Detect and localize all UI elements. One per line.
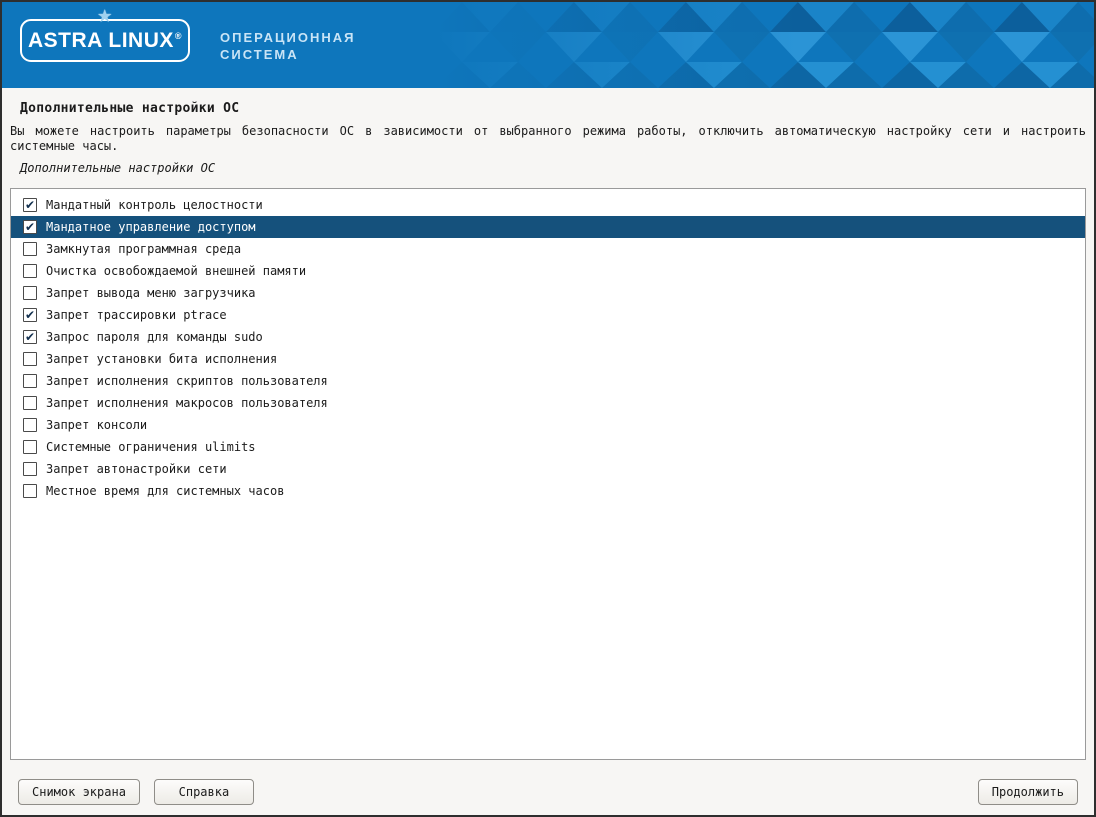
wordmark-line1: ОПЕРАЦИОННАЯ — [220, 29, 356, 46]
settings-list-item[interactable]: Запрет автонастройки сети — [11, 458, 1085, 480]
checkbox-icon[interactable] — [23, 242, 37, 256]
checkbox-icon[interactable] — [23, 418, 37, 432]
settings-item-label: Системные ограничения ulimits — [46, 440, 256, 454]
settings-list-item[interactable]: Системные ограничения ulimits — [11, 436, 1085, 458]
settings-item-label: Очистка освобождаемой внешней памяти — [46, 264, 306, 278]
checkbox-icon[interactable] — [23, 462, 37, 476]
os-wordmark: ОПЕРАЦИОННАЯ СИСТЕМА — [220, 29, 356, 63]
checkbox-icon[interactable] — [23, 352, 37, 366]
settings-list-item[interactable]: ✔ Запрет трассировки ptrace — [11, 304, 1085, 326]
settings-list-item[interactable]: Запрет вывода меню загрузчика — [11, 282, 1085, 304]
settings-item-label: Запрет исполнения скриптов пользователя — [46, 374, 328, 388]
settings-list-item[interactable]: Очистка освобождаемой внешней памяти — [11, 260, 1085, 282]
checkbox-icon[interactable] — [23, 396, 37, 410]
checkbox-icon[interactable]: ✔ — [23, 198, 37, 212]
checkbox-icon[interactable]: ✔ — [23, 330, 37, 344]
settings-item-label: Запрет исполнения макросов пользователя — [46, 396, 328, 410]
settings-list-item[interactable]: Местное время для системных часов — [11, 480, 1085, 502]
footer-bar: Снимок экрана Справка Продолжить — [10, 779, 1086, 805]
wordmark-line2: СИСТЕМА — [220, 46, 356, 63]
settings-item-label: Запрет установки бита исполнения — [46, 352, 277, 366]
checkbox-icon[interactable]: ✔ — [23, 220, 37, 234]
header-banner: ★ ASTRA LINUX® ОПЕРАЦИОННАЯ СИСТЕМА — [2, 2, 1094, 88]
settings-item-label: Местное время для системных часов — [46, 484, 284, 498]
settings-list-item[interactable]: Запрет консоли — [11, 414, 1085, 436]
checkbox-icon[interactable] — [23, 374, 37, 388]
registered-mark: ® — [175, 31, 182, 41]
settings-listbox[interactable]: ✔ Мандатный контроль целостности ✔ Манда… — [10, 188, 1086, 760]
page-subtitle: Дополнительные настройки ОС — [20, 161, 1086, 175]
logo-text: ASTRA LINUX — [28, 29, 174, 53]
settings-list-item[interactable]: Запрет исполнения скриптов пользователя — [11, 370, 1085, 392]
settings-list-item[interactable]: Запрет установки бита исполнения — [11, 348, 1085, 370]
page-title: Дополнительные настройки ОС — [20, 101, 1084, 116]
help-button[interactable]: Справка — [154, 779, 254, 805]
settings-item-label: Запрет трассировки ptrace — [46, 308, 227, 322]
settings-item-label: Запрет консоли — [46, 418, 147, 432]
settings-item-label: Мандатное управление доступом — [46, 220, 256, 234]
header-geometric-pattern — [434, 2, 1094, 88]
settings-item-label: Мандатный контроль целостности — [46, 198, 263, 212]
checkbox-icon[interactable] — [23, 440, 37, 454]
checkbox-icon[interactable] — [23, 286, 37, 300]
continue-button[interactable]: Продолжить — [978, 779, 1078, 805]
checkbox-icon[interactable] — [23, 484, 37, 498]
settings-item-label: Замкнутая программная среда — [46, 242, 241, 256]
astra-linux-logo: ★ ASTRA LINUX® — [20, 19, 190, 62]
settings-item-label: Запрет вывода меню загрузчика — [46, 286, 256, 300]
page-description: Вы можете настроить параметры безопаснос… — [10, 124, 1086, 154]
settings-item-label: Запрос пароля для команды sudo — [46, 330, 263, 344]
checkbox-icon[interactable]: ✔ — [23, 308, 37, 322]
main-content: Дополнительные настройки ОС Вы можете на… — [2, 101, 1094, 805]
checkbox-icon[interactable] — [23, 264, 37, 278]
settings-list-item[interactable]: Замкнутая программная среда — [11, 238, 1085, 260]
pattern-fade-overlay — [434, 2, 1094, 88]
settings-list-item[interactable]: ✔ Запрос пароля для команды sudo — [11, 326, 1085, 348]
settings-item-label: Запрет автонастройки сети — [46, 462, 227, 476]
settings-list-item[interactable]: ✔ Мандатное управление доступом — [11, 216, 1085, 238]
screenshot-button[interactable]: Снимок экрана — [18, 779, 140, 805]
settings-list-item[interactable]: Запрет исполнения макросов пользователя — [11, 392, 1085, 414]
star-icon: ★ — [98, 9, 112, 24]
settings-list-item[interactable]: ✔ Мандатный контроль целостности — [11, 194, 1085, 216]
installer-window: ★ ASTRA LINUX® ОПЕРАЦИОННАЯ СИСТЕМА Допо… — [0, 0, 1096, 817]
